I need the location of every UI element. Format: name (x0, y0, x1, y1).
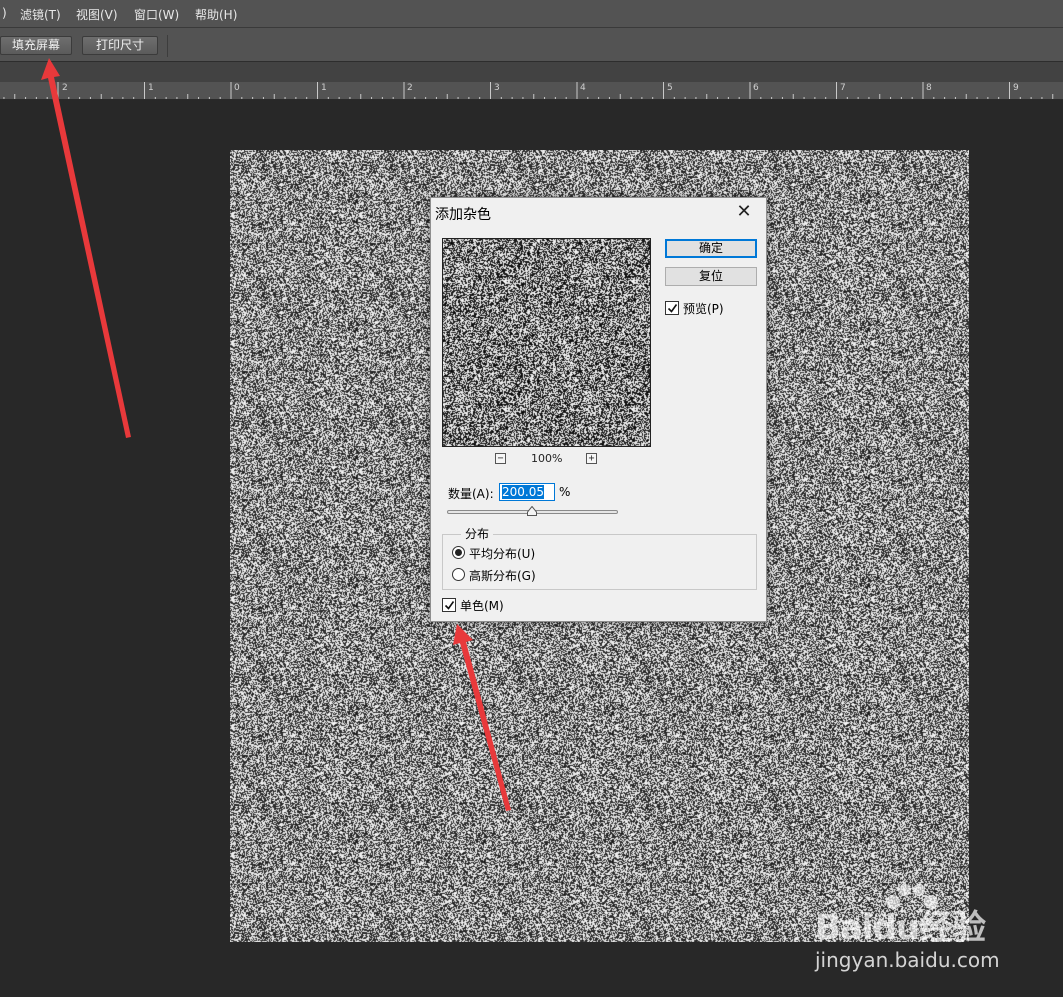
ruler-label: 1 (321, 83, 327, 93)
dialog-title: 添加杂色 (435, 204, 491, 224)
ruler-label: 5 (667, 83, 673, 93)
print-size-button[interactable]: 打印尺寸 (82, 36, 158, 55)
menu-bar: ) 滤镜(T) 视图(V) 窗口(W) 帮助(H) (0, 0, 1063, 28)
checkmark-icon (444, 600, 455, 611)
baidu-jingyan-watermark: Baidu经验 jingyan.baidu.com (815, 878, 1055, 978)
uniform-radio[interactable] (452, 546, 465, 559)
ruler-label: 2 (62, 83, 68, 93)
monochromatic-label: 单色(M) (460, 597, 504, 614)
close-icon[interactable]: ✕ (734, 202, 754, 222)
distribution-legend: 分布 (461, 525, 493, 542)
gaussian-radio[interactable] (452, 568, 465, 581)
ruler-label: 1 (148, 83, 154, 93)
uniform-label: 平均分布(U) (469, 545, 535, 562)
monochromatic-checkbox[interactable] (442, 598, 456, 612)
ok-button[interactable]: 确定 (665, 239, 757, 258)
options-separator (167, 35, 168, 57)
ruler-label: 3 (494, 83, 500, 93)
filter-preview[interactable] (442, 238, 651, 447)
menu-item-help[interactable]: 帮助(H) (195, 6, 237, 23)
watermark-brand: Baidu经验 (815, 900, 985, 949)
amount-unit: % (559, 485, 570, 499)
ruler-ticks (0, 82, 1063, 100)
amount-slider-thumb[interactable] (527, 506, 537, 516)
preview-checkbox[interactable] (665, 301, 679, 315)
menu-item-partial[interactable]: ) (2, 6, 7, 20)
zoom-in-button[interactable]: + (586, 453, 597, 464)
fill-screen-button[interactable]: 填充屏幕 (0, 36, 72, 55)
checkmark-icon (667, 303, 678, 314)
ruler-label: 8 (926, 83, 932, 93)
watermark-url: jingyan.baidu.com (815, 948, 1000, 972)
ruler-label: 0 (234, 83, 240, 93)
horizontal-ruler[interactable]: 2 1 0 1 2 3 4 5 6 7 8 9 (0, 82, 1063, 100)
menu-item-filter[interactable]: 滤镜(T) (20, 6, 61, 23)
document-tab-strip (0, 62, 1063, 82)
menu-item-window[interactable]: 窗口(W) (134, 6, 179, 23)
preview-label: 预览(P) (683, 300, 724, 317)
zoom-out-button[interactable]: − (495, 453, 506, 464)
gaussian-label: 高斯分布(G) (469, 567, 536, 584)
amount-value: 200.05 (502, 485, 544, 499)
menu-item-view[interactable]: 视图(V) (76, 6, 118, 23)
amount-input[interactable]: 200.05 (499, 483, 555, 501)
radio-selected-dot (455, 549, 462, 556)
ruler-label: 4 (580, 83, 586, 93)
ruler-label: 2 (407, 83, 413, 93)
options-bar: 填充屏幕 打印尺寸 (0, 28, 1063, 62)
zoom-level: 100% (531, 452, 562, 465)
ruler-label: 7 (840, 83, 846, 93)
amount-label: 数量(A): (448, 485, 494, 502)
ruler-label: 6 (753, 83, 759, 93)
add-noise-dialog: 添加杂色 ✕ − 100% + 确定 复位 预览(P) 数量(A): 200.0… (430, 197, 767, 622)
ruler-label: 9 (1013, 83, 1019, 93)
reset-button[interactable]: 复位 (665, 267, 757, 286)
